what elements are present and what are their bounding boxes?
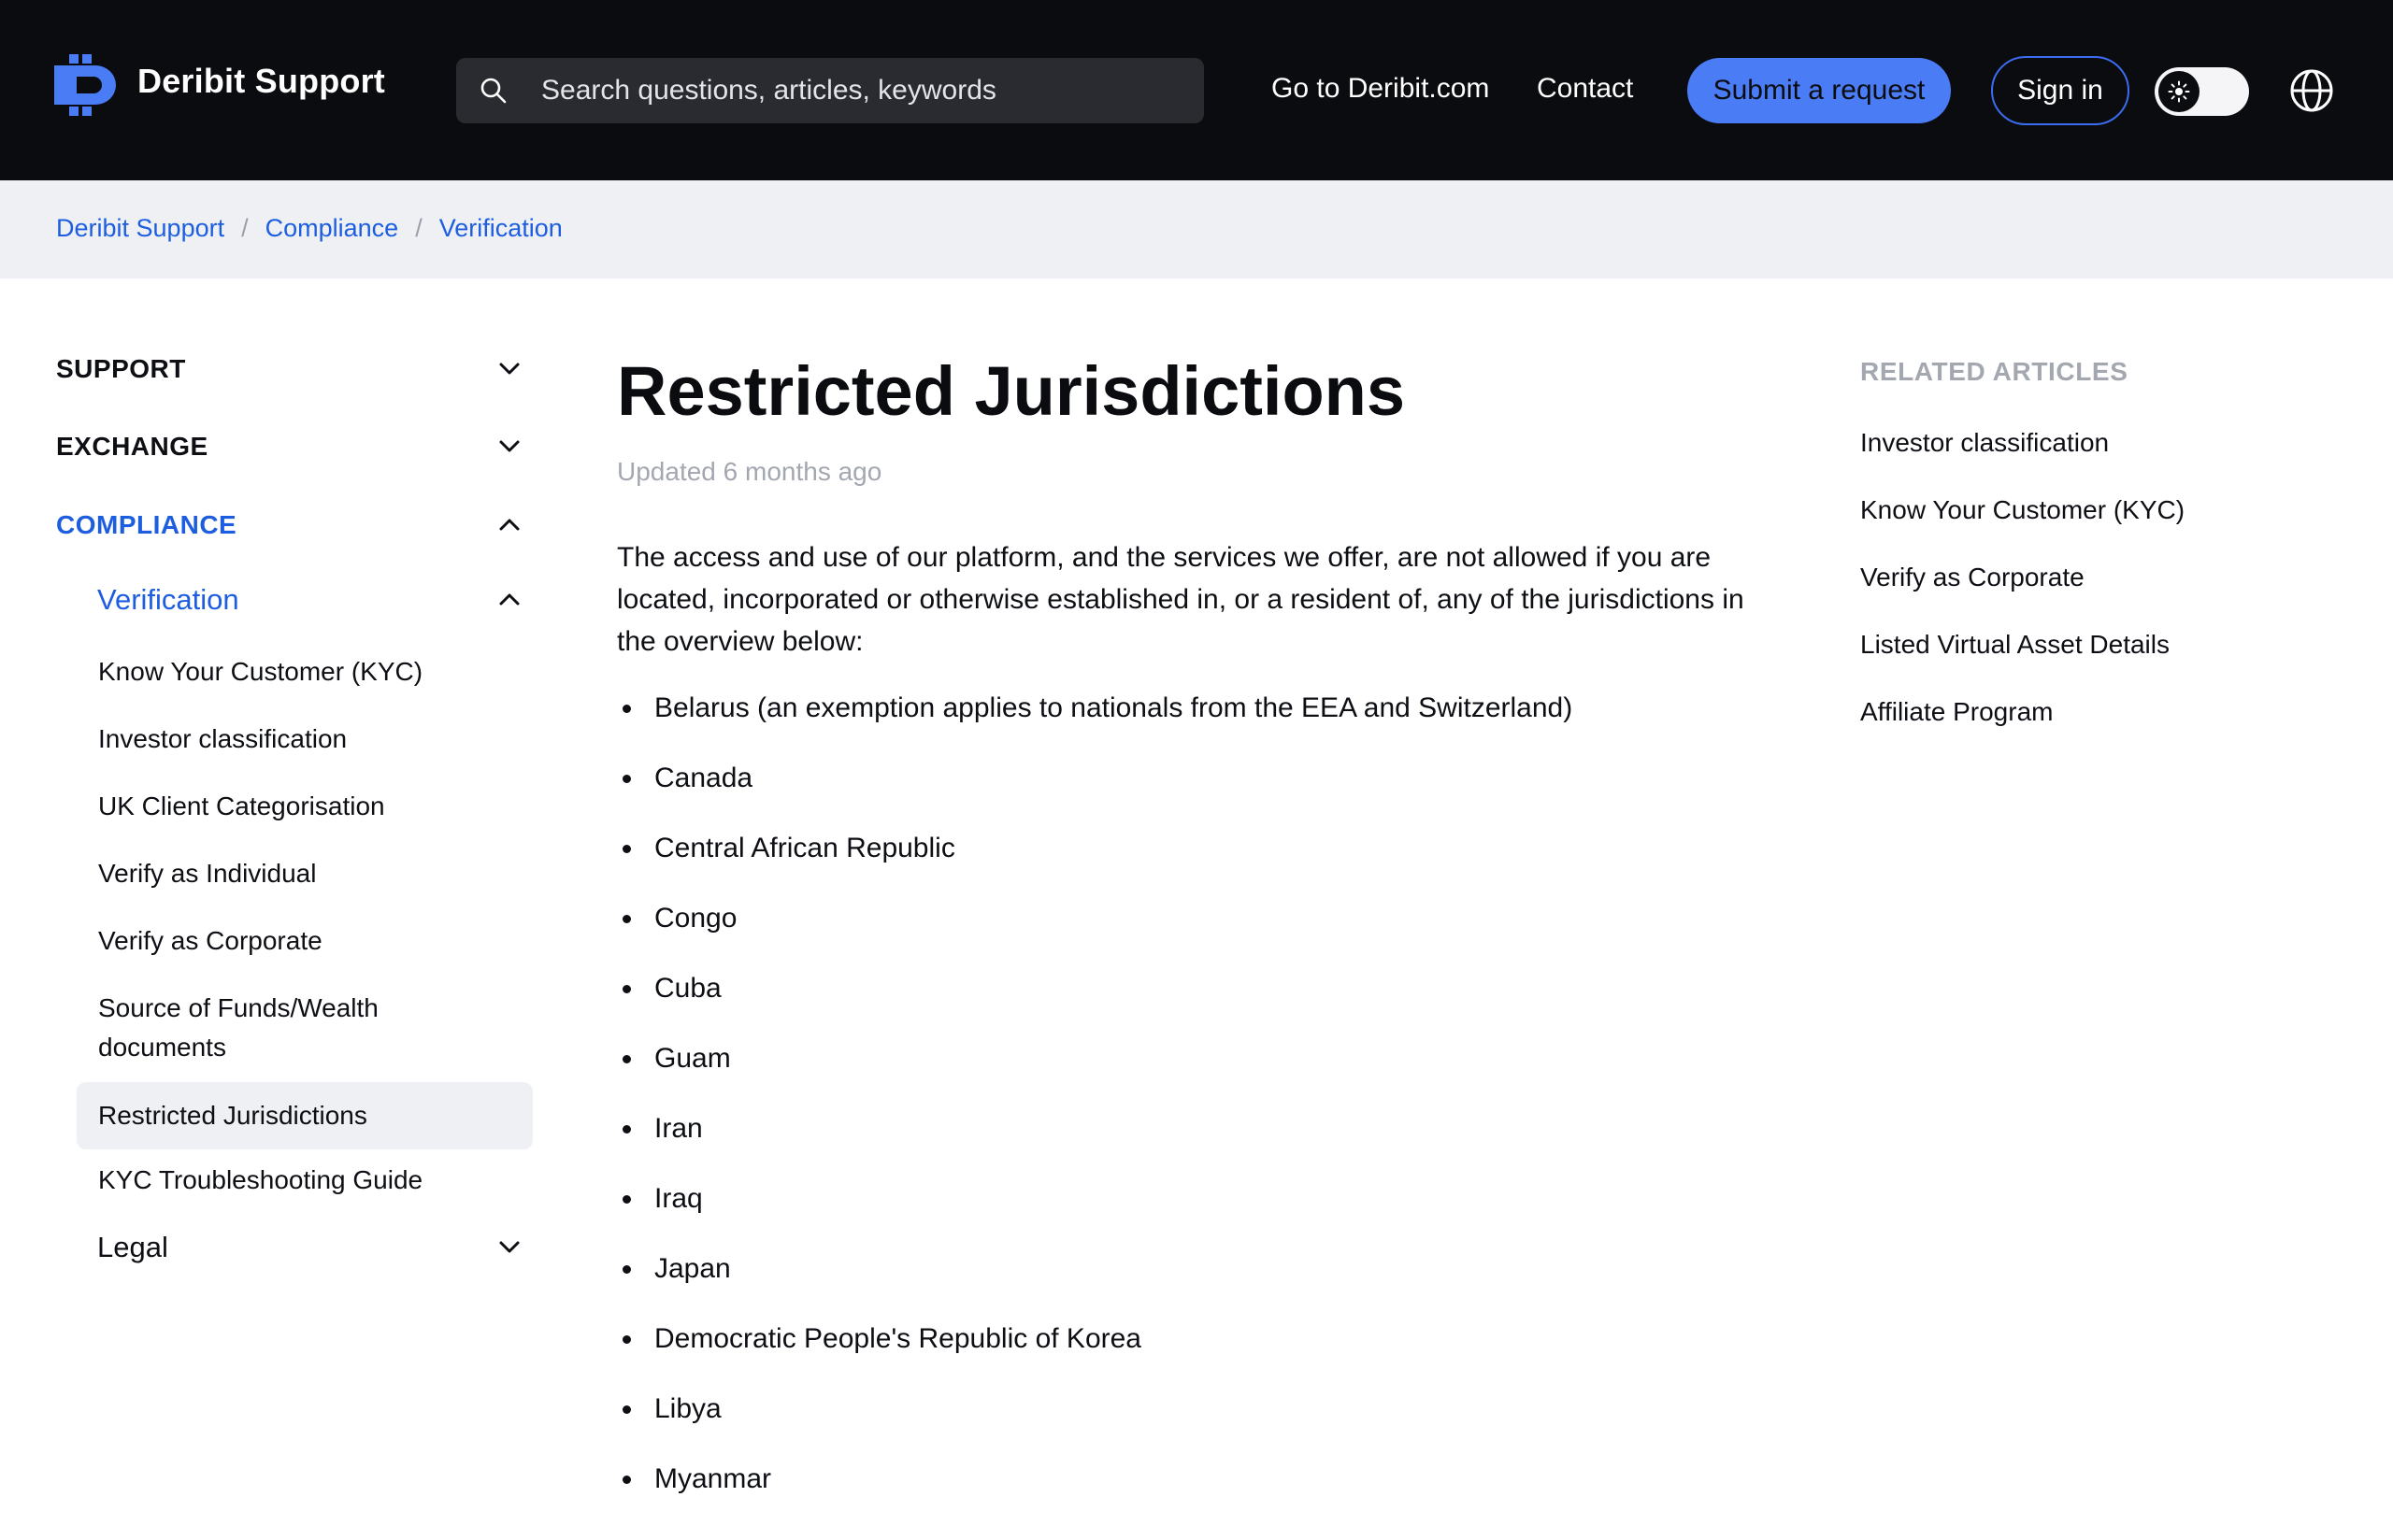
bullet xyxy=(623,915,631,923)
breadcrumb-separator: / xyxy=(241,214,249,242)
list-item: Japan xyxy=(617,1248,1767,1318)
article-intro: The access and use of our platform, and … xyxy=(617,542,1744,657)
list-item-text: Iran xyxy=(654,1113,703,1144)
chevron-down-icon xyxy=(499,440,520,452)
related-article-link[interactable]: Investor classification xyxy=(1860,428,2109,458)
sidebar-section-label: EXCHANGE xyxy=(56,432,208,461)
sidebar-item-uk-client-categorisation[interactable]: UK Client Categorisation xyxy=(98,787,509,826)
sidebar-section-compliance[interactable]: COMPLIANCE xyxy=(56,503,523,548)
sun-icon xyxy=(2168,80,2190,103)
list-item-text: Cuba xyxy=(654,973,722,1004)
breadcrumb: Deribit Support / Compliance / Verificat… xyxy=(56,214,563,243)
sidebar-subsection-label: Verification xyxy=(97,583,239,616)
sidebar-item-kyc[interactable]: Know Your Customer (KYC) xyxy=(98,652,509,692)
bullet xyxy=(623,1125,631,1134)
sidebar-section-support[interactable]: SUPPORT xyxy=(56,347,523,392)
search-icon xyxy=(480,78,507,104)
related-article-link[interactable]: Verify as Corporate xyxy=(1860,563,2085,592)
list-item: Congo xyxy=(617,897,1767,967)
list-item-text: Democratic People's Republic of Korea xyxy=(654,1323,1141,1354)
breadcrumb-item-deribit-support[interactable]: Deribit Support xyxy=(56,214,224,243)
sidebar-item-restricted-jurisdictions[interactable]: Restricted Jurisdictions xyxy=(77,1082,533,1149)
chevron-up-icon xyxy=(499,519,520,531)
sidebar-subsection-legal[interactable]: Legal xyxy=(97,1225,523,1270)
sidebar-subsection-verification[interactable]: Verification xyxy=(97,578,523,622)
related-article-link[interactable]: Know Your Customer (KYC) xyxy=(1860,495,2185,525)
list-item: Iraq xyxy=(617,1177,1767,1248)
breadcrumb-separator: / xyxy=(415,214,423,242)
globe-icon[interactable] xyxy=(2288,67,2335,114)
bullet xyxy=(623,1476,631,1484)
list-item: Myanmar xyxy=(617,1458,1767,1528)
list-item-text: Myanmar xyxy=(654,1463,772,1494)
list-item: Libya xyxy=(617,1388,1767,1458)
sidebar-item-kyc-troubleshooting[interactable]: KYC Troubleshooting Guide xyxy=(98,1161,509,1200)
bullet xyxy=(623,1055,631,1063)
list-item: Cuba xyxy=(617,967,1767,1037)
list-item: Canada xyxy=(617,757,1767,827)
article-title: Restricted Jurisdictions xyxy=(617,352,1406,430)
contact-link[interactable]: Contact xyxy=(1537,73,1633,105)
article-updated: Updated 6 months ago xyxy=(617,457,882,486)
bullet xyxy=(623,775,631,783)
list-item-text: Iraq xyxy=(654,1183,703,1214)
top-header: Deribit Support Search questions, articl… xyxy=(0,0,2393,180)
bullet xyxy=(623,705,631,713)
list-item-text: Central African Republic xyxy=(654,833,955,863)
bullet xyxy=(623,1265,631,1274)
toggle-knob xyxy=(2158,71,2200,112)
breadcrumb-bar: Deribit Support / Compliance / Verificat… xyxy=(0,180,2393,278)
bullet xyxy=(623,845,631,853)
submit-request-button[interactable]: Submit a request xyxy=(1687,58,1951,123)
breadcrumb-item-verification[interactable]: Verification xyxy=(439,214,563,243)
list-item-text: Belarus (an exemption applies to nationa… xyxy=(654,692,1573,723)
sidebar-item-verify-as-individual[interactable]: Verify as Individual xyxy=(98,854,509,893)
list-item: Guam xyxy=(617,1037,1767,1107)
sidebar-section-label: SUPPORT xyxy=(56,354,186,383)
sidebar-item-investor-classification[interactable]: Investor classification xyxy=(98,720,509,759)
bullet xyxy=(623,985,631,993)
related-article-link[interactable]: Affiliate Program xyxy=(1860,697,2053,727)
breadcrumb-item-compliance[interactable]: Compliance xyxy=(265,214,399,243)
list-item-text: Libya xyxy=(654,1393,722,1424)
list-item-text: Congo xyxy=(654,903,738,934)
chevron-down-icon xyxy=(499,363,520,375)
list-item: Central African Republic xyxy=(617,827,1767,897)
sidebar-section-exchange[interactable]: EXCHANGE xyxy=(56,424,523,469)
related-articles-heading: RELATED ARTICLES xyxy=(1860,357,2128,386)
go-to-deribit-link[interactable]: Go to Deribit.com xyxy=(1271,73,1489,105)
list-item-text: Guam xyxy=(654,1043,731,1074)
deribit-logo-icon[interactable] xyxy=(54,54,116,116)
sidebar-section-label: COMPLIANCE xyxy=(56,510,237,539)
chevron-down-icon xyxy=(499,1241,520,1253)
list-item: Belarus (an exemption applies to nationa… xyxy=(617,687,1767,757)
list-item: Iran xyxy=(617,1107,1767,1177)
sidebar-item-verify-as-corporate[interactable]: Verify as Corporate xyxy=(98,921,509,961)
sidebar-subsection-label: Legal xyxy=(97,1231,168,1263)
list-item-text: Canada xyxy=(654,763,753,793)
bullet xyxy=(623,1335,631,1344)
search-placeholder: Search questions, articles, keywords xyxy=(541,75,996,106)
jurisdiction-list: Belarus (an exemption applies to nationa… xyxy=(617,687,1767,1528)
related-article-link[interactable]: Listed Virtual Asset Details xyxy=(1860,630,2170,660)
bullet xyxy=(623,1195,631,1204)
theme-toggle[interactable] xyxy=(2155,67,2249,116)
bullet xyxy=(623,1405,631,1414)
sidebar-item-source-of-funds[interactable]: Source of Funds/Wealth documents xyxy=(98,989,453,1067)
brand-name[interactable]: Deribit Support xyxy=(137,62,385,101)
sign-in-button[interactable]: Sign in xyxy=(1991,56,2129,125)
list-item: Democratic People's Republic of Korea xyxy=(617,1318,1767,1388)
search-input[interactable]: Search questions, articles, keywords xyxy=(456,58,1204,123)
chevron-up-icon xyxy=(499,593,520,606)
list-item-text: Japan xyxy=(654,1253,731,1284)
